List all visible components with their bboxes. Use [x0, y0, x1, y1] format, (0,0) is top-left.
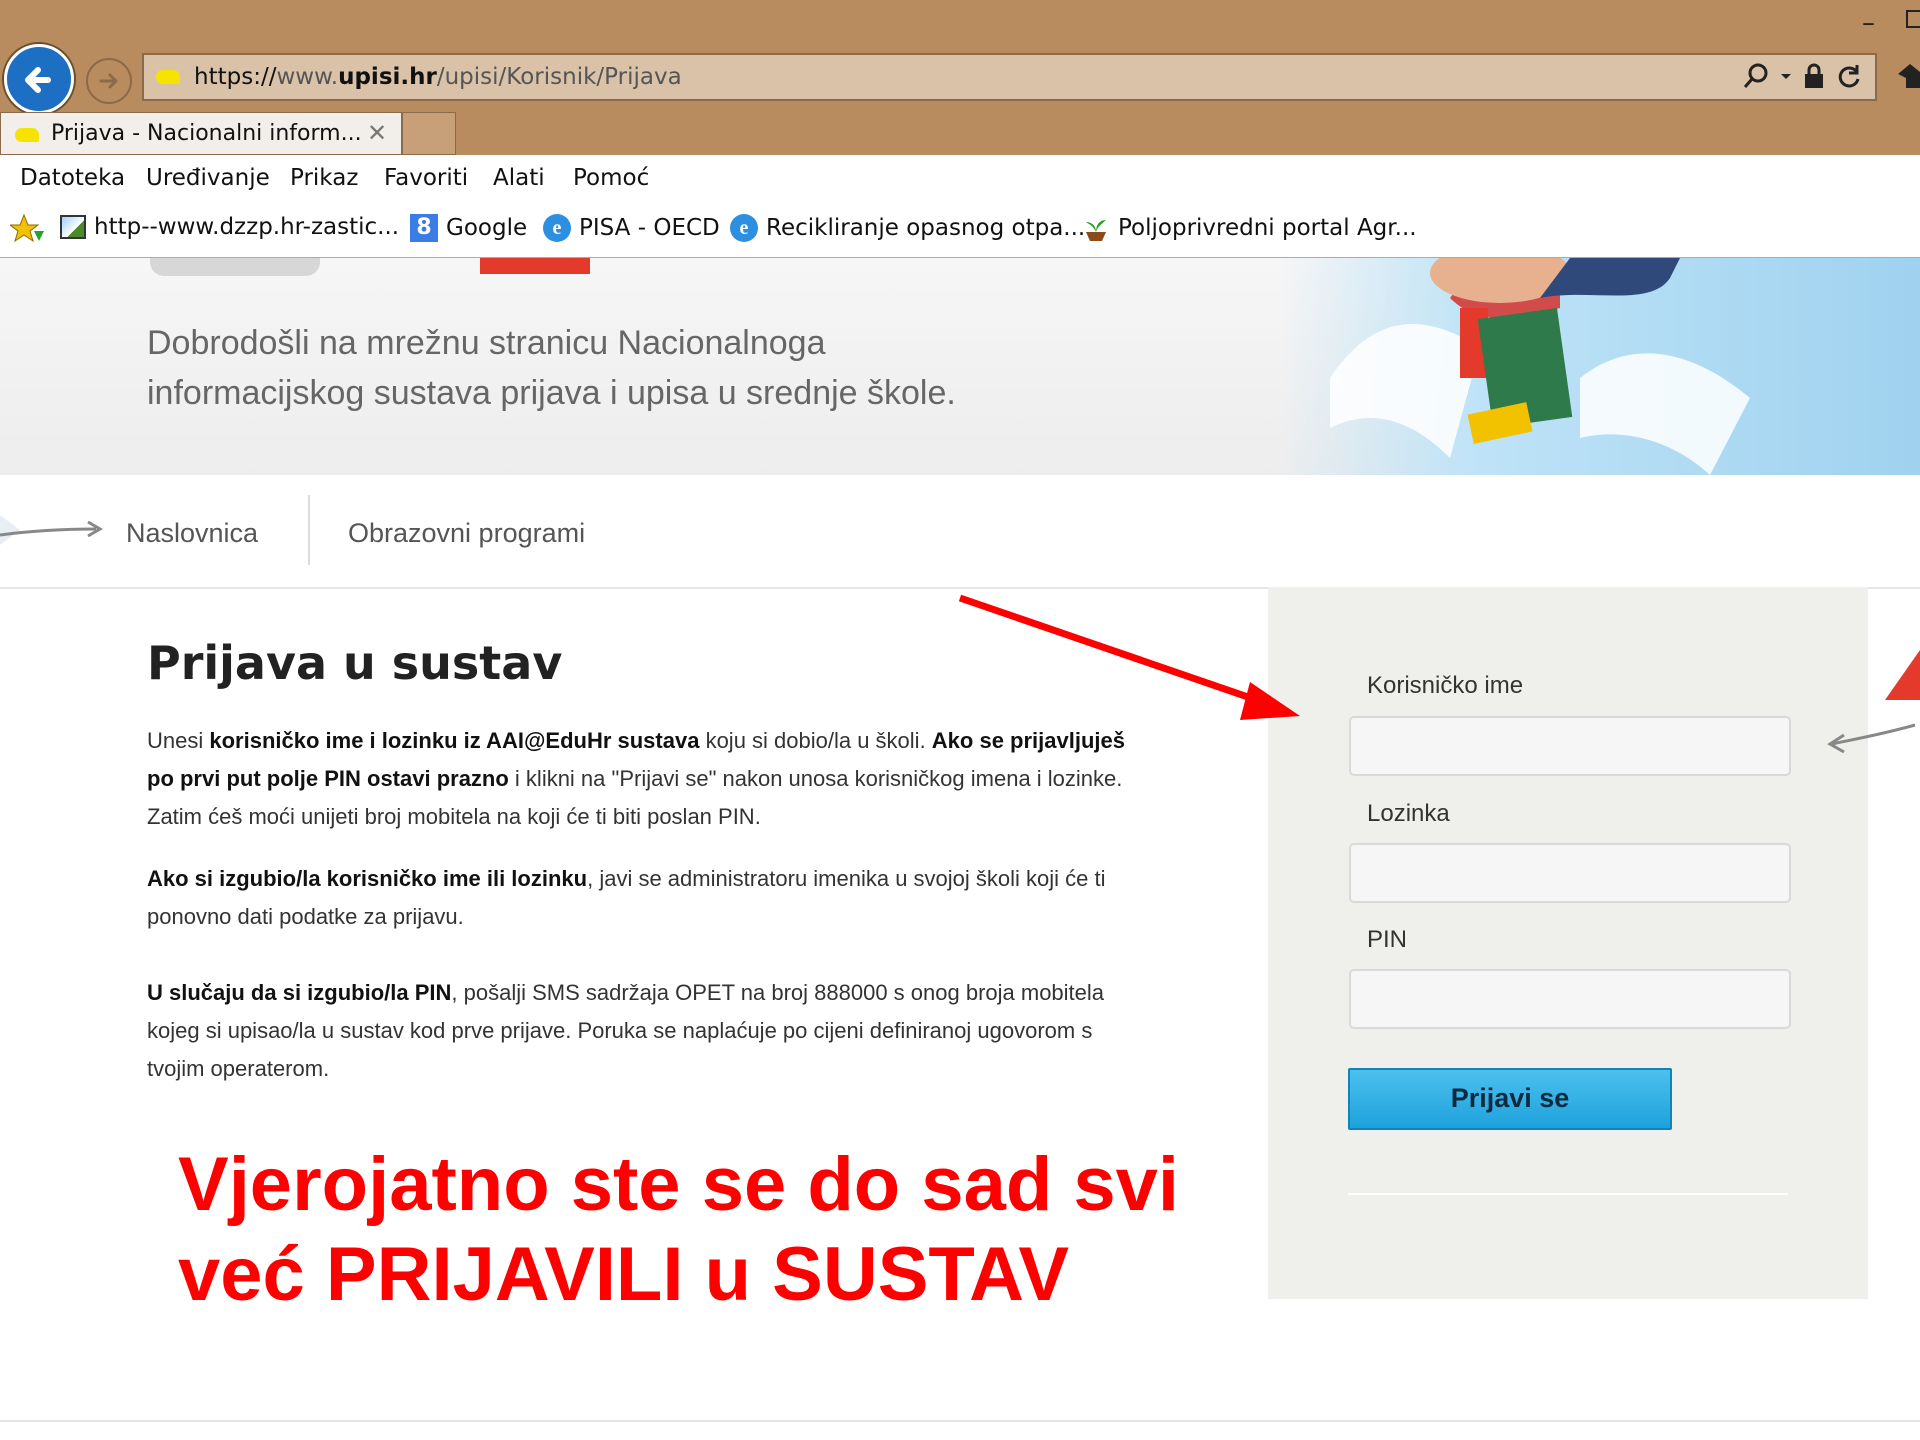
favorite-link-recikliranje[interactable]: e Recikliranje opasnog otpa...	[730, 214, 1085, 242]
page-title: Prijava u sustav	[147, 636, 563, 690]
ie-icon: e	[730, 214, 758, 242]
plant-icon	[1086, 220, 1106, 241]
text-bold: U slučaju da si izgubio/la PIN	[147, 980, 452, 1005]
url-text[interactable]: https://www.upisi.hr/upisi/Korisnik/Prij…	[194, 64, 682, 90]
red-annotation-arrow-icon	[958, 594, 1300, 720]
favorite-link-google[interactable]: 8 Google	[410, 214, 527, 242]
favorite-label: Google	[446, 215, 528, 241]
site-logo-fragment-red	[480, 258, 590, 274]
student-with-book-illustration	[1330, 258, 1750, 475]
tab-title: Prijava - Nacionalni inform...	[51, 121, 362, 146]
login-instructions: Unesi korisničko ime i lozinku iz AAI@Ed…	[147, 722, 1147, 836]
url-prefix: www.	[276, 64, 339, 90]
welcome-line: informacijskog sustava prijava i upisa u…	[147, 374, 956, 412]
address-bar[interactable]: https://www.upisi.hr/upisi/Korisnik/Prij…	[142, 53, 1877, 101]
menu-item-file[interactable]: Datoteka	[20, 165, 125, 191]
favorite-label: PISA - OECD	[579, 215, 720, 241]
text-bold: Ako si izgubio/la korisničko ime ili loz…	[147, 866, 588, 891]
maximize-button[interactable]	[1906, 10, 1920, 28]
menu-item-help[interactable]: Pomoć	[573, 165, 649, 191]
welcome-text: Dobrodošli na mrežnu stranicu Nacionalno…	[147, 318, 1047, 418]
site-logo-fragment	[150, 258, 320, 276]
login-submit-button[interactable]: Prijavi se	[1348, 1068, 1672, 1130]
menu-item-tools[interactable]: Alati	[493, 165, 545, 191]
nav-separator	[308, 495, 310, 565]
text-bold: korisničko ime i lozinku iz AAI@EduHr su…	[209, 728, 700, 753]
username-label: Korisničko ime	[1367, 672, 1524, 699]
site-favicon-icon	[156, 70, 180, 84]
lost-pin-info: U slučaju da si izgubio/la PIN, pošalji …	[147, 974, 1147, 1088]
panel-divider	[1348, 1193, 1788, 1195]
pin-field[interactable]	[1349, 969, 1791, 1029]
site-banner: Dobrodošli na mrežnu stranicu Nacionalno…	[0, 258, 1920, 475]
favorite-label: Poljoprivredni portal Agr...	[1118, 215, 1417, 241]
image-icon	[60, 215, 86, 239]
annotation-line: već PRIJAVILI u SUSTAV	[178, 1232, 1070, 1317]
arrow-right-icon	[99, 73, 118, 89]
username-field[interactable]	[1349, 716, 1791, 776]
lock-icon[interactable]	[1801, 61, 1827, 91]
tab-favicon-icon	[15, 128, 39, 142]
address-bar-icons	[1741, 61, 1863, 91]
home-icon[interactable]	[1896, 60, 1920, 90]
favorite-label: http--www.dzzp.hr-zastic...	[94, 214, 400, 240]
annotation-text: Vjerojatno ste se do sad svi već PRIJAVI…	[178, 1140, 1238, 1320]
favorite-link-pisa[interactable]: e PISA - OECD	[543, 214, 720, 242]
password-field[interactable]	[1349, 843, 1791, 903]
new-tab-button[interactable]	[402, 112, 456, 155]
menu-item-favorites[interactable]: Favoriti	[384, 165, 468, 191]
ie-icon: e	[543, 214, 571, 242]
forward-button[interactable]	[86, 58, 132, 104]
favorite-link-dzzp[interactable]: http--www.dzzp.hr-zastic...	[60, 214, 399, 240]
menu-item-view[interactable]: Prikaz	[290, 165, 358, 191]
add-favorite-star-icon[interactable]	[10, 213, 44, 245]
search-icon[interactable]	[1741, 61, 1771, 91]
welcome-line: Dobrodošli na mrežnu stranicu Nacionalno…	[147, 324, 826, 362]
dropdown-icon[interactable]	[1779, 61, 1793, 91]
decorative-arrow-icon	[0, 515, 103, 545]
tab-close-icon[interactable]: ✕	[367, 119, 387, 148]
tab-active[interactable]: Prijava - Nacionalni inform... ✕	[0, 112, 402, 155]
text: koju si dobio/la u školi.	[699, 728, 932, 753]
menu-bar: Datoteka Uređivanje Prikaz Favoriti Alat…	[0, 155, 1920, 201]
minimize-button[interactable]: –	[1862, 8, 1875, 38]
site-navigation: Naslovnica Obrazovni programi	[0, 475, 1920, 589]
arrow-left-icon	[25, 67, 51, 93]
grey-pointer-arrow-icon	[1827, 650, 1920, 754]
url-path: /upisi/Korisnik/Prijava	[436, 64, 682, 90]
text: Unesi	[147, 728, 210, 753]
pin-label: PIN	[1367, 926, 1408, 953]
annotation-line: Vjerojatno ste se do sad svi	[178, 1142, 1180, 1227]
menu-item-edit[interactable]: Uređivanje	[146, 165, 270, 191]
back-button[interactable]	[4, 44, 74, 114]
footer-divider	[0, 1420, 1920, 1422]
favorite-link-poljoprivredni[interactable]: Poljoprivredni portal Agr...	[1082, 214, 1417, 242]
url-scheme: https://	[194, 64, 277, 90]
nav-item-home[interactable]: Naslovnica	[126, 518, 258, 549]
refresh-icon[interactable]	[1835, 61, 1863, 91]
google-icon: 8	[410, 214, 438, 242]
favorite-label: Recikliranje opasnog otpa...	[766, 215, 1086, 241]
lost-credentials-info: Ako si izgubio/la korisničko ime ili loz…	[147, 860, 1147, 936]
url-host: upisi.hr	[338, 64, 437, 90]
nav-item-programs[interactable]: Obrazovni programi	[348, 518, 585, 549]
favorites-bar: http--www.dzzp.hr-zastic... 8 Google e P…	[0, 201, 1920, 259]
password-label: Lozinka	[1367, 800, 1450, 827]
